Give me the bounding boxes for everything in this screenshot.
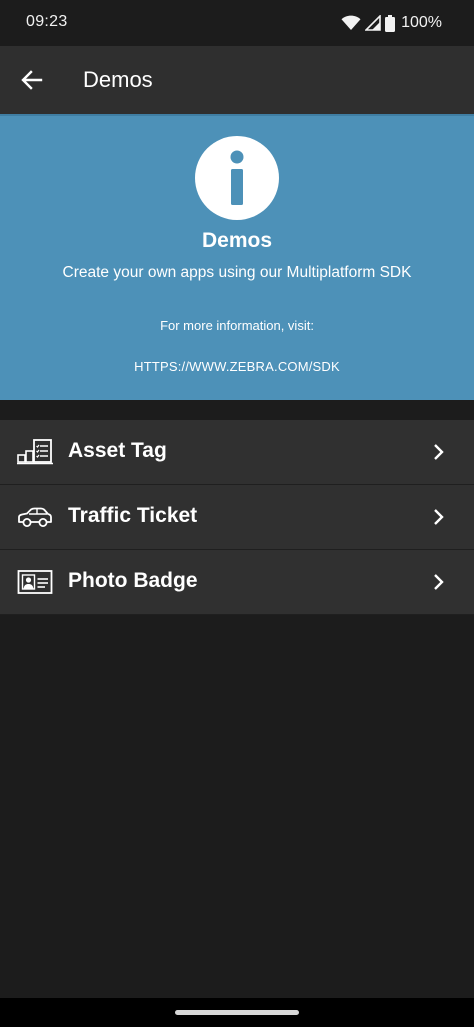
- arrow-left-icon: [21, 70, 43, 90]
- list-item-label: Photo Badge: [68, 569, 198, 592]
- status-icons: 100%: [341, 12, 442, 34]
- navigation-bar: [0, 998, 474, 1027]
- banner-title: Demos: [201, 229, 273, 252]
- wifi-icon: [341, 15, 361, 30]
- banner-info-text: For more information, visit:: [160, 318, 314, 333]
- asset-tag-icon: [17, 439, 53, 465]
- status-time: 09:23: [26, 13, 68, 30]
- status-bar: 09:23 100%: [0, 0, 474, 46]
- list-item-photo-badge[interactable]: Photo Badge: [0, 550, 474, 615]
- page-title: Demos: [83, 67, 153, 92]
- info-banner: Demos Create your own apps using our Mul…: [0, 114, 474, 400]
- signal-icon: [365, 15, 381, 31]
- app-bar: Demos: [0, 46, 474, 114]
- list-item-asset-tag[interactable]: Asset Tag: [0, 420, 474, 485]
- battery-percentage: 100%: [401, 14, 442, 31]
- banner-subtitle: Create your own apps using our Multiplat…: [62, 264, 412, 281]
- list-item-label: Traffic Ticket: [68, 504, 198, 527]
- demo-list: Asset Tag Traffic Ticket Photo Badge: [0, 420, 474, 615]
- home-gesture-handle[interactable]: [175, 1010, 299, 1015]
- battery-icon: [385, 14, 396, 32]
- chevron-right-icon: [434, 444, 444, 460]
- back-button[interactable]: [12, 60, 52, 100]
- id-badge-icon: [17, 570, 53, 594]
- info-icon: [195, 136, 279, 220]
- chevron-right-icon: [434, 509, 444, 525]
- car-icon: [18, 507, 52, 527]
- list-item-traffic-ticket[interactable]: Traffic Ticket: [0, 485, 474, 550]
- chevron-right-icon: [434, 574, 444, 590]
- demos-screen: 09:23 100% Demos Demos Create your own a…: [0, 0, 474, 1027]
- list-item-label: Asset Tag: [68, 439, 167, 462]
- sdk-link[interactable]: HTTPS://WWW.ZEBRA.COM/SDK: [0, 359, 474, 374]
